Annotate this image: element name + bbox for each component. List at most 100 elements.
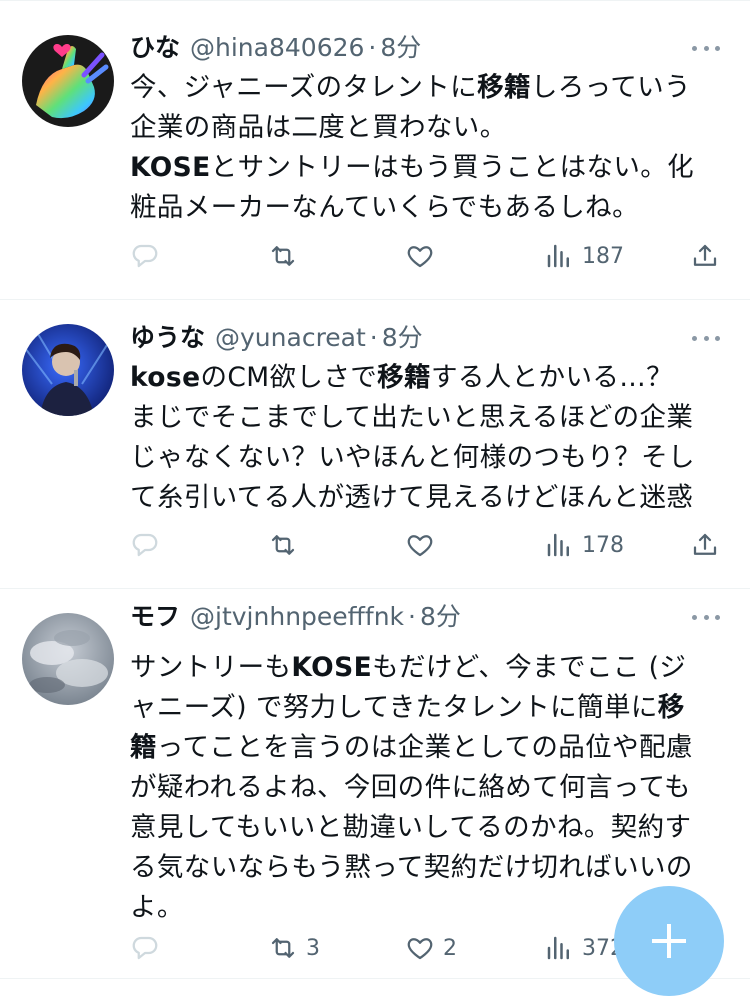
tweet-header: ゆうな @yunacreat · 8分 <box>130 318 690 354</box>
tweet-text-line: が疑われるよね、今回の件に絡めて何言っても <box>130 768 722 808</box>
separator-dot: · <box>368 33 377 62</box>
separator-dot: · <box>369 323 378 352</box>
text-segment: 意見してもいいと勘違いしてるのかね。契約す <box>130 812 692 843</box>
tweet-text-line: て糸引いてる人が透けて見えるけどほんと迷惑 <box>130 478 722 518</box>
text-segment: よ。 <box>130 892 184 923</box>
tweet-text-line: まじでそこまでして出たいと思えるほどの企業 <box>130 398 722 438</box>
user-handle[interactable]: @jtvjnhnpeefffnk <box>190 602 404 631</box>
highlighted-keyword: 籍 <box>130 732 157 763</box>
highlighted-keyword: KOSE <box>130 152 211 183</box>
highlighted-keyword: 移籍 <box>377 362 431 393</box>
like-button[interactable]: 2 <box>405 930 457 966</box>
tweet-text-line: 今、ジャニーズのタレントに移籍しろっていう <box>130 68 722 108</box>
tweet-text-line: 粧品メーカーなんていくらでもあるしね。 <box>130 188 722 228</box>
text-segment: サントリーも <box>130 652 292 683</box>
text-segment: ってことを言うのは企業としての品位や配慮 <box>156 732 693 763</box>
tweet-text-line: じゃなくない？いやほんと何様のつもり？そし <box>130 438 722 478</box>
text-segment: る気ないならもう黙って契約だけ切ればいいの <box>130 852 693 883</box>
tweet-header: ひな @hina840626 · 8分 <box>130 28 690 64</box>
tweet-text: 今、ジャニーズのタレントに移籍しろっていう 企業の商品は二度と買わない。 KOSEと… <box>130 68 722 228</box>
text-segment: が疑われるよね、今回の件に絡めて何言っても <box>130 772 691 803</box>
tweet-text-line: る気ないならもう黙って契約だけ切ればいいの <box>130 848 722 888</box>
more-icon[interactable] <box>692 34 720 62</box>
views-button[interactable]: 178 <box>544 527 624 563</box>
avatar[interactable] <box>22 324 114 416</box>
user-handle[interactable]: @yunacreat <box>215 323 366 352</box>
tweet-text: koseのCM欲しさで移籍する人とかいる…？ まじでそこまでして出たいと思えるほど… <box>130 358 722 518</box>
views-icon <box>544 530 574 560</box>
reply-icon <box>130 241 160 271</box>
share-button[interactable] <box>690 238 720 274</box>
tweet-text-line: サントリーもKOSEもだけど、今までここ (ジ <box>130 648 722 688</box>
text-segment: 粧品メーカーなんていくらでもあるしね。 <box>130 192 639 223</box>
views-count: 187 <box>582 243 624 269</box>
views-icon <box>544 241 574 271</box>
reply-icon <box>130 530 160 560</box>
text-segment: 企業の商品は二度と買わない。 <box>130 112 507 143</box>
retweet-icon <box>268 530 298 560</box>
retweet-button[interactable] <box>268 238 306 274</box>
text-segment: もだけど、今までここ (ジ <box>372 652 687 683</box>
tweet-text-line: ャニーズ) で努力してきたタレントに簡単に移 <box>130 688 722 728</box>
tweet-text-line: 企業の商品は二度と買わない。 <box>130 108 722 148</box>
retweet-button[interactable]: 3 <box>268 930 320 966</box>
timestamp[interactable]: 8分 <box>380 28 421 64</box>
retweet-icon <box>268 241 298 271</box>
user-handle[interactable]: @hina840626 <box>190 33 364 62</box>
reply-icon <box>130 933 160 963</box>
tweet-card[interactable]: ゆうな @yunacreat · 8分 koseのCM欲しさで移籍する人とかいる…？ まじ… <box>0 300 750 589</box>
views-button[interactable]: 187 <box>544 238 624 274</box>
text-segment: ャニーズ) で努力してきたタレントに簡単に <box>130 692 658 723</box>
compose-button[interactable] <box>614 886 724 996</box>
like-button[interactable] <box>405 238 443 274</box>
text-segment: て糸引いてる人が透けて見えるけどほんと迷惑 <box>130 482 694 513</box>
heart-icon <box>405 530 435 560</box>
share-button[interactable] <box>690 527 720 563</box>
share-icon <box>690 241 720 271</box>
tweet-actions: 187 <box>130 238 722 274</box>
tweet-text-line: 意見してもいいと勘違いしてるのかね。契約す <box>130 808 722 848</box>
tweet-actions: 178 <box>130 527 722 563</box>
highlighted-keyword: 移籍 <box>477 72 531 103</box>
tweet-header: モフ @jtvjnhnpeefffnk · 8分 <box>130 597 690 633</box>
heart-icon <box>405 933 435 963</box>
retweet-count: 3 <box>306 935 320 961</box>
tweet-text: サントリーもKOSEもだけど、今までここ (ジ ャニーズ) で努力してきたタレント… <box>130 648 722 928</box>
user-name[interactable]: モフ <box>130 597 180 633</box>
highlighted-keyword: 移 <box>657 692 685 723</box>
text-segment: のCM欲しさで <box>200 362 378 393</box>
like-button[interactable] <box>405 527 443 563</box>
timestamp[interactable]: 8分 <box>382 318 423 354</box>
share-icon <box>690 530 720 560</box>
retweet-button[interactable] <box>268 527 306 563</box>
views-count: 178 <box>582 532 624 558</box>
tweet-text-line: koseのCM欲しさで移籍する人とかいる…？ <box>130 358 722 398</box>
views-icon <box>544 933 574 963</box>
highlighted-keyword: KOSE <box>291 652 373 683</box>
text-segment: 今、ジャニーズのタレントに <box>130 72 478 103</box>
text-segment: する人とかいる…？ <box>430 362 674 393</box>
reply-button[interactable] <box>130 238 168 274</box>
like-count: 2 <box>443 935 457 961</box>
text-segment: とサントリーはもう買うことはない。化 <box>210 152 695 183</box>
retweet-icon <box>268 933 298 963</box>
reply-button[interactable] <box>130 930 168 966</box>
tweet-text-line: KOSEとサントリーはもう買うことはない。化 <box>130 148 722 188</box>
text-segment: じゃなくない？いやほんと何様のつもり？そし <box>130 442 695 473</box>
tweet-card[interactable]: ひな @hina840626 · 8分 今、ジャニーズのタレントに移籍しろっていう 企業の… <box>0 0 750 300</box>
text-segment: まじでそこまでして出たいと思えるほどの企業 <box>130 402 694 433</box>
separator-dot: · <box>408 602 416 631</box>
highlighted-keyword: kose <box>130 362 201 393</box>
avatar[interactable] <box>22 613 114 705</box>
heart-icon <box>405 241 435 271</box>
views-button[interactable]: 372 <box>544 930 624 966</box>
avatar[interactable] <box>22 35 114 127</box>
tweet-text-line: 籍ってことを言うのは企業としての品位や配慮 <box>130 728 722 768</box>
user-name[interactable]: ゆうな <box>130 318 205 354</box>
more-icon[interactable] <box>692 324 720 352</box>
more-icon[interactable] <box>692 603 720 631</box>
text-segment: しろっていう <box>530 72 691 103</box>
reply-button[interactable] <box>130 527 168 563</box>
user-name[interactable]: ひな <box>130 28 180 64</box>
timestamp[interactable]: 8分 <box>420 597 461 633</box>
